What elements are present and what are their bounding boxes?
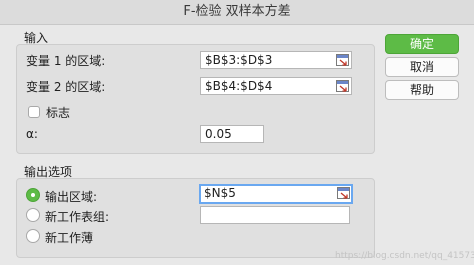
watermark: https://blog.csdn.net/qq_41573234: [335, 251, 474, 261]
range-select-icon[interactable]: [336, 80, 349, 92]
labels-checkbox-label: 标志: [46, 106, 71, 120]
new-workbook-radio[interactable]: [26, 229, 40, 243]
new-sheet-label: 新工作表组:: [45, 210, 110, 224]
alpha-field[interactable]: 0.05: [200, 125, 264, 143]
range-select-icon[interactable]: [337, 187, 350, 199]
var2-range-field[interactable]: $B$4:$D$4: [200, 77, 352, 95]
var2-range-value: $B$4:$D$4: [205, 79, 273, 93]
alpha-value: 0.05: [205, 127, 232, 141]
labels-checkbox[interactable]: [28, 106, 40, 118]
output-range-radio[interactable]: [26, 188, 40, 202]
var1-range-value: $B$3:$D$3: [205, 53, 273, 67]
var2-label: 变量 2 的区域:: [26, 80, 106, 94]
output-range-field[interactable]: $N$5: [199, 184, 353, 204]
output-range-value: $N$5: [204, 186, 236, 200]
window-title: F-检验 双样本方差: [0, 0, 474, 25]
cancel-button[interactable]: 取消: [385, 57, 459, 77]
new-sheet-radio[interactable]: [26, 208, 40, 222]
var1-range-field[interactable]: $B$3:$D$3: [200, 51, 352, 69]
new-workbook-label: 新工作薄: [45, 231, 94, 245]
var1-label: 变量 1 的区域:: [26, 54, 106, 68]
help-button[interactable]: 帮助: [385, 80, 459, 100]
ok-button[interactable]: 确定: [385, 34, 459, 54]
output-range-label: 输出区域:: [45, 190, 98, 204]
range-select-icon[interactable]: [336, 54, 349, 66]
alpha-label: α:: [26, 127, 38, 141]
new-sheet-field[interactable]: [200, 206, 350, 224]
